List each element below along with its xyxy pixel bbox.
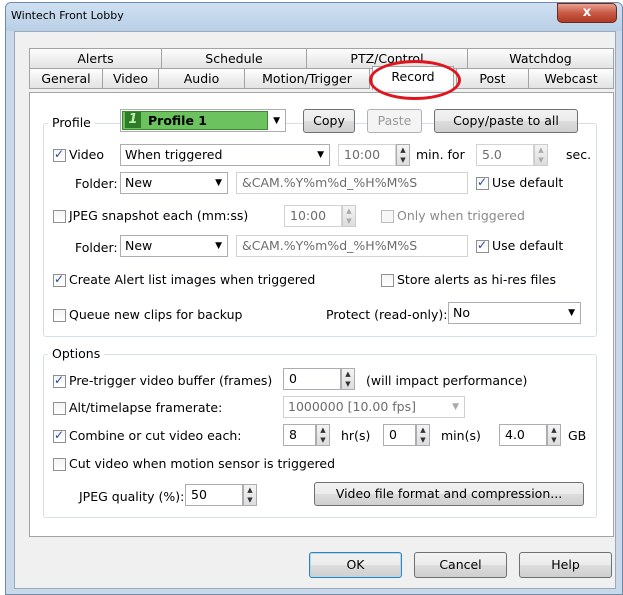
tab-watchdog[interactable]: Watchdog (467, 48, 614, 69)
video-folder-value: New (125, 175, 153, 190)
gb-label: GB (568, 428, 587, 443)
video-pattern-input[interactable]: &CAM.%Y%m%d_%H%M%S (236, 172, 468, 194)
video-mode-select[interactable]: When triggered ▼ (120, 144, 330, 166)
tab-webcast[interactable]: Webcast (528, 68, 614, 89)
video-secs-input[interactable]: 5.0 (476, 144, 534, 166)
chevron-down-icon: ▼ (215, 178, 222, 188)
jpeg-time-input[interactable]: 10:00 (284, 205, 342, 227)
chevron-down-icon: ▼ (452, 402, 459, 412)
video-secs-spinner[interactable]: ▲ ▼ (534, 144, 548, 166)
pretrigger-input[interactable]: 0 (283, 368, 341, 390)
chevron-down-icon: ▼ (568, 308, 575, 318)
options-legend: Options (48, 346, 105, 361)
video-mode-value: When triggered (125, 147, 223, 162)
cut-motion-label: Cut video when motion sensor is triggere… (69, 456, 336, 471)
hours-spinner[interactable]: ▲ ▼ (316, 424, 330, 446)
minutes-spinner[interactable]: ▲ ▼ (416, 424, 430, 446)
cut-motion-checkbox[interactable] (53, 458, 66, 471)
tab-audio[interactable]: Audio (158, 68, 245, 89)
jpeg-label: JPEG snapshot each (mm:ss) (69, 208, 249, 223)
highlight-circle (369, 60, 461, 100)
alt-framerate-label: Alt/timelapse framerate: (69, 400, 223, 415)
min-for-label: min. for (416, 147, 465, 162)
gb-input[interactable]: 4.0 (499, 424, 547, 446)
jpeg-quality-input[interactable]: 50 (185, 484, 243, 506)
chevron-down-icon: ▼ (273, 116, 280, 126)
alt-framerate-value: 1000000 [10.00 fps] (288, 399, 417, 414)
combine-cut-label: Combine or cut video each: (69, 428, 242, 443)
only-triggered-label: Only when triggered (397, 208, 525, 223)
impact-label: (will impact performance) (366, 373, 528, 388)
video-use-default-checkbox[interactable] (476, 175, 489, 190)
protect-label: Protect (read-only): (326, 307, 448, 322)
video-time-input[interactable]: 10:00 (338, 144, 396, 166)
only-triggered-checkbox[interactable] (381, 210, 394, 223)
tab-general[interactable]: General (29, 68, 103, 89)
queue-backup-label: Queue new clips for backup (69, 307, 243, 322)
queue-backup-checkbox[interactable] (53, 309, 66, 322)
help-button[interactable]: Help (519, 552, 612, 578)
video-checkbox[interactable] (53, 147, 66, 162)
ok-button[interactable]: OK (309, 552, 402, 578)
jpeg-pattern-input[interactable]: &CAM.%Y%m%d_%H%M%S (236, 235, 468, 257)
jpeg-time-spinner[interactable]: ▲ ▼ (342, 205, 356, 227)
jpeg-quality-spinner[interactable]: ▲ ▼ (243, 484, 257, 506)
pretrigger-checkbox[interactable] (53, 373, 66, 388)
protect-value: No (453, 305, 470, 320)
video-label: Video (69, 147, 105, 162)
tab-schedule[interactable]: Schedule (161, 48, 307, 69)
profile-select[interactable]: 1 Profile 1 ▼ (120, 109, 286, 132)
minutes-input[interactable]: 0 (383, 424, 416, 446)
store-hires-label: Store alerts as hi-res files (397, 272, 557, 287)
minutes-label: min(s) (441, 428, 481, 443)
close-button[interactable]: x (557, 3, 617, 23)
store-hires-checkbox[interactable] (381, 274, 394, 287)
chevron-down-icon: ▼ (317, 150, 324, 160)
paste-button[interactable]: Paste (367, 109, 422, 133)
tab-motion-trigger[interactable]: Motion/Trigger (244, 68, 370, 89)
sec-label: sec. (566, 147, 592, 162)
jpeg-folder-label: Folder: (75, 240, 118, 255)
jpeg-quality-label: JPEG quality (%): (79, 489, 185, 504)
pretrigger-spinner[interactable]: ▲ ▼ (341, 368, 355, 390)
protect-select[interactable]: No ▼ (448, 302, 581, 324)
video-folder-select[interactable]: New ▼ (120, 172, 228, 194)
window-title: Wintech Front Lobby (11, 9, 124, 22)
video-folder-label: Folder: (75, 176, 118, 191)
jpeg-use-default-checkbox[interactable] (476, 238, 489, 253)
hours-input[interactable]: 8 (283, 424, 316, 446)
chevron-down-icon: ▼ (215, 241, 222, 251)
cancel-button[interactable]: Cancel (414, 552, 507, 578)
tab-alerts[interactable]: Alerts (29, 48, 162, 69)
video-format-button[interactable]: Video file format and compression... (314, 482, 584, 506)
combine-cut-checkbox[interactable] (53, 428, 66, 443)
profile-value: Profile 1 (148, 113, 207, 128)
pretrigger-label: Pre-trigger video buffer (frames) (69, 373, 273, 388)
video-time-spinner[interactable]: ▲ ▼ (396, 144, 410, 166)
jpeg-folder-select[interactable]: New ▼ (120, 235, 228, 257)
alt-framerate-checkbox[interactable] (53, 402, 66, 415)
jpeg-checkbox[interactable] (53, 210, 66, 223)
video-use-default-label: Use default (492, 175, 564, 190)
jpeg-folder-value: New (125, 238, 153, 253)
tab-post[interactable]: Post (456, 68, 529, 89)
gb-spinner[interactable]: ▲ ▼ (547, 424, 561, 446)
copy-paste-all-button[interactable]: Copy/paste to all (434, 109, 578, 133)
alt-framerate-select[interactable]: 1000000 [10.00 fps] ▼ (283, 396, 465, 418)
jpeg-use-default-label: Use default (492, 238, 564, 253)
copy-button[interactable]: Copy (303, 109, 355, 133)
create-alert-images-checkbox[interactable] (53, 272, 66, 287)
create-alert-images-label: Create Alert list images when triggered (69, 272, 316, 287)
profile-icon: 1 (125, 112, 141, 128)
profile-label: Profile (48, 115, 95, 130)
hours-label: hr(s) (341, 428, 371, 443)
tab-video[interactable]: Video (102, 68, 159, 89)
